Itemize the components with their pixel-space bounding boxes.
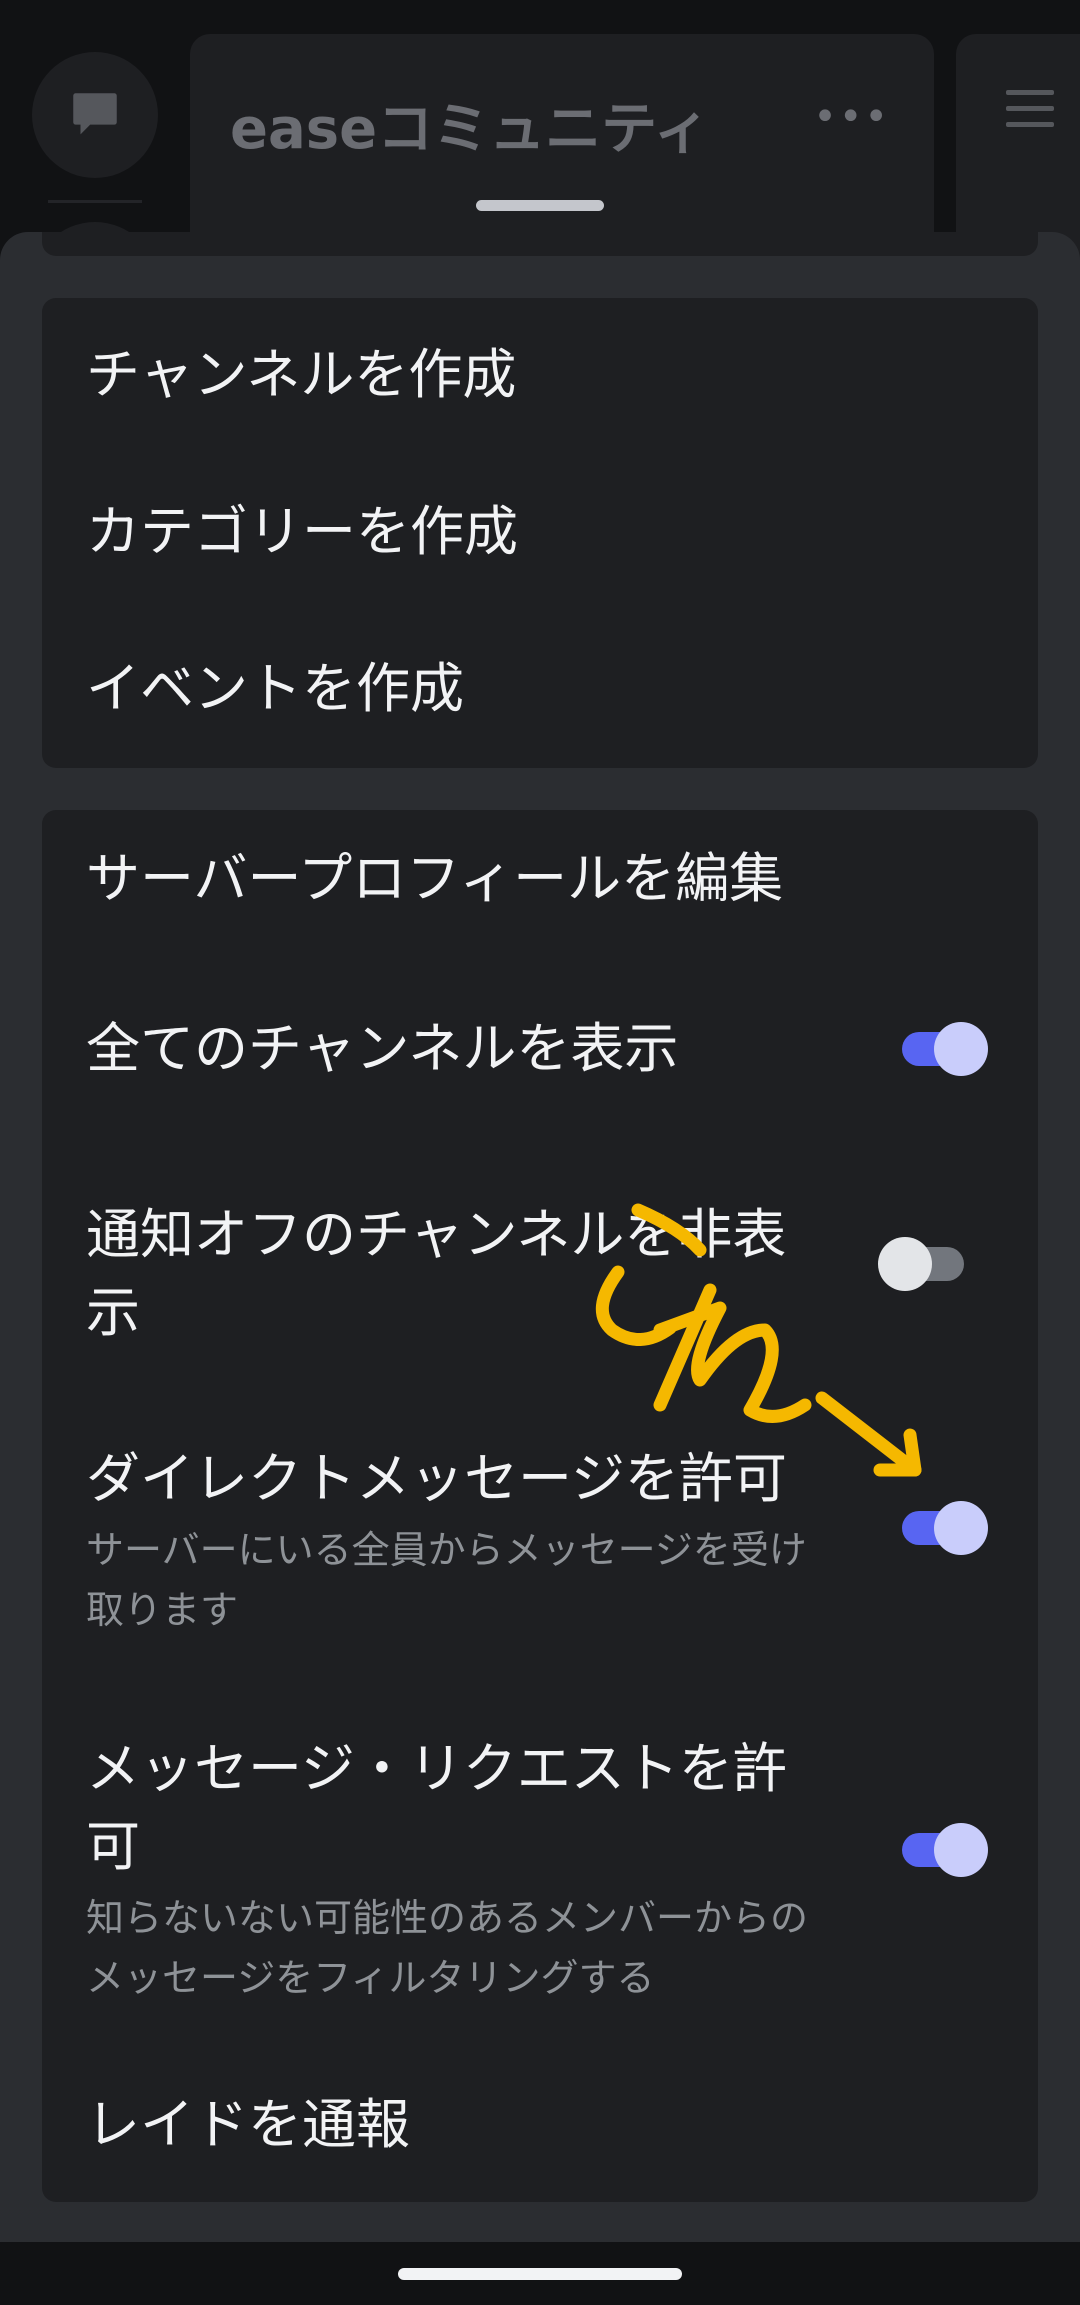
create-category-label: カテゴリーを作成 <box>86 500 518 563</box>
toggle-knob <box>934 1022 988 1076</box>
allow-message-requests-item[interactable]: メッセージ・リクエストを許可 知らないない可能性のあるメンバーからのメッセージを… <box>86 1730 994 2008</box>
allow-dm-item[interactable]: ダイレクトメッセージを許可 サーバーにいる全員からメッセージを受け取ります <box>86 1440 994 1640</box>
create-channel-label: チャンネルを作成 <box>86 343 517 406</box>
create-category-item[interactable]: カテゴリーを作成 <box>86 493 994 571</box>
show-all-channels-item[interactable]: 全てのチャンネルを表示 <box>86 1010 994 1088</box>
create-channel-item[interactable]: チャンネルを作成 <box>86 336 994 414</box>
hide-muted-channels-toggle[interactable] <box>878 1234 964 1294</box>
server-options-sheet: チャンネルを作成 カテゴリーを作成 イベントを作成 サーバープロフィールを編集 … <box>0 232 1080 2242</box>
more-icon[interactable]: ••• <box>813 94 890 140</box>
chat-bubble-icon <box>73 93 117 135</box>
show-all-channels-label: 全てのチャンネルを表示 <box>86 1017 679 1080</box>
server-header: easeコミュニティ ••• <box>190 34 934 264</box>
hide-muted-text: 通知オフのチャンネルを非表示 <box>86 1196 816 1352</box>
allow-message-requests-label: メッセージ・リクエストを許可 <box>86 1737 787 1878</box>
toggle-knob <box>878 1237 932 1291</box>
dm-button[interactable] <box>32 52 158 178</box>
toggle-knob <box>934 1823 988 1877</box>
allow-dm-text: ダイレクトメッセージを許可 サーバーにいる全員からメッセージを受け取ります <box>86 1440 836 1640</box>
allow-dm-label: ダイレクトメッセージを許可 <box>86 1447 787 1510</box>
allow-message-requests-description: 知らないない可能性のあるメンバーからのメッセージをフィルタリングする <box>86 1896 809 2000</box>
settings-menu-group: サーバープロフィールを編集 全てのチャンネルを表示 通知オフのチャンネルを非表示 <box>42 810 1038 2202</box>
hamburger-icon[interactable] <box>1006 90 1054 138</box>
allow-requests-text: メッセージ・リクエストを許可 知らないない可能性のあるメンバーからのメッセージを… <box>86 1730 836 2008</box>
home-indicator[interactable] <box>398 2268 682 2280</box>
show-all-channels-toggle[interactable] <box>902 1019 988 1079</box>
report-raid-label: レイドを通報 <box>86 2093 410 2156</box>
allow-dm-description: サーバーにいる全員からメッセージを受け取ります <box>86 1528 807 1632</box>
create-menu-group: チャンネルを作成 カテゴリーを作成 イベントを作成 <box>42 298 1038 768</box>
edit-server-profile-item[interactable]: サーバープロフィールを編集 <box>86 840 994 918</box>
sheet-drag-handle[interactable] <box>476 200 604 211</box>
edit-server-profile-label: サーバープロフィールを編集 <box>86 847 784 910</box>
server-list-divider <box>48 200 142 203</box>
allow-message-requests-toggle[interactable] <box>902 1820 988 1880</box>
create-event-item[interactable]: イベントを作成 <box>86 650 994 728</box>
member-panel <box>956 34 1080 264</box>
hide-muted-channels-item[interactable]: 通知オフのチャンネルを非表示 <box>86 1196 994 1352</box>
screen: easeコミュニティ ••• チャンネルを作成 カテゴリーを作成 イベントを作成… <box>0 0 1080 2305</box>
report-raid-item[interactable]: レイドを通報 <box>86 2086 994 2164</box>
server-title[interactable]: easeコミュニティ <box>230 84 710 165</box>
create-event-label: イベントを作成 <box>86 657 464 720</box>
sheet-top-edge <box>42 232 1038 256</box>
hide-muted-channels-label: 通知オフのチャンネルを非表示 <box>86 1203 787 1344</box>
toggle-knob <box>934 1501 988 1555</box>
allow-dm-toggle[interactable] <box>902 1498 988 1558</box>
